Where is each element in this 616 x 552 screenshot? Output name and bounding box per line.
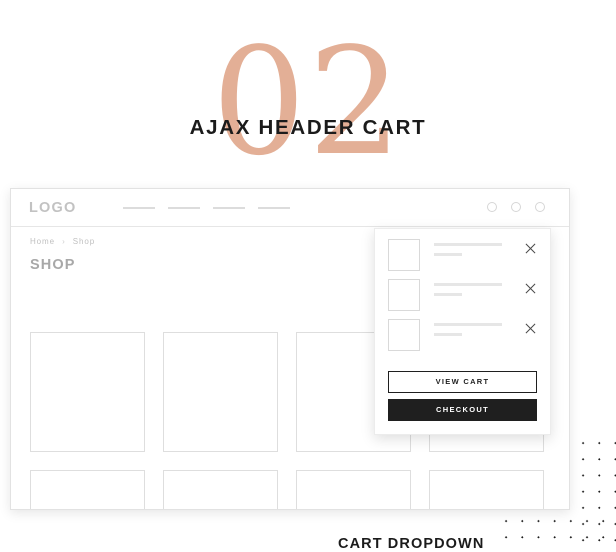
cart-item-thumbnail[interactable] [388,319,420,351]
cart-item-thumbnail[interactable] [388,279,420,311]
view-cart-button[interactable]: VIEW CART [388,371,537,393]
product-row [30,470,560,509]
cart-item [388,239,537,279]
close-icon[interactable] [524,322,537,335]
cart-item-thumbnail[interactable] [388,239,420,271]
product-tile[interactable] [163,332,278,452]
breadcrumb-current-shop: Shop [72,237,96,246]
cart-item-text-placeholder [434,283,524,296]
nav-item-placeholder-3[interactable] [213,207,245,209]
cart-item [388,319,537,359]
dot-pattern-decoration-bottom [494,509,616,550]
nav-item-placeholder-1[interactable] [123,207,155,209]
cart-actions: VIEW CART CHECKOUT [388,371,537,421]
cart-item-price-placeholder [434,333,462,336]
product-tile[interactable] [30,332,145,452]
cart-item-price-placeholder [434,293,462,296]
cart-item-price-placeholder [434,253,462,256]
cart-dropdown-panel: VIEW CART CHECKOUT [374,228,551,435]
close-icon[interactable] [524,282,537,295]
cart-item-text-placeholder [434,243,524,256]
site-header: LOGO [11,189,569,227]
nav-item-placeholder-2[interactable] [168,207,200,209]
close-icon[interactable] [524,242,537,255]
slide-title: AJAX HEADER CART [189,116,427,139]
checkout-button[interactable]: CHECKOUT [388,399,537,421]
breadcrumb-link-home[interactable]: Home [30,237,55,246]
page-title: SHOP [30,257,76,273]
product-tile[interactable] [429,470,544,509]
slide-number: 02 [211,16,405,188]
breadcrumb: Home › Shop [30,237,95,246]
product-tile[interactable] [30,470,145,509]
site-logo[interactable]: LOGO [29,200,77,216]
breadcrumb-separator-icon: › [62,237,66,246]
cart-item-text-placeholder [434,323,524,336]
nav-item-placeholder-4[interactable] [258,207,290,209]
cart-item-title-placeholder [434,323,502,326]
slide-title-block: 02 AJAX HEADER CART [0,16,616,188]
cart-item [388,279,537,319]
product-tile[interactable] [163,470,278,509]
header-icon-circle-2[interactable] [511,202,521,212]
cart-item-title-placeholder [434,243,502,246]
product-tile[interactable] [296,470,411,509]
cart-item-title-placeholder [434,283,502,286]
header-icon-circle-1[interactable] [487,202,497,212]
cart-icon-circle-3[interactable] [535,202,545,212]
